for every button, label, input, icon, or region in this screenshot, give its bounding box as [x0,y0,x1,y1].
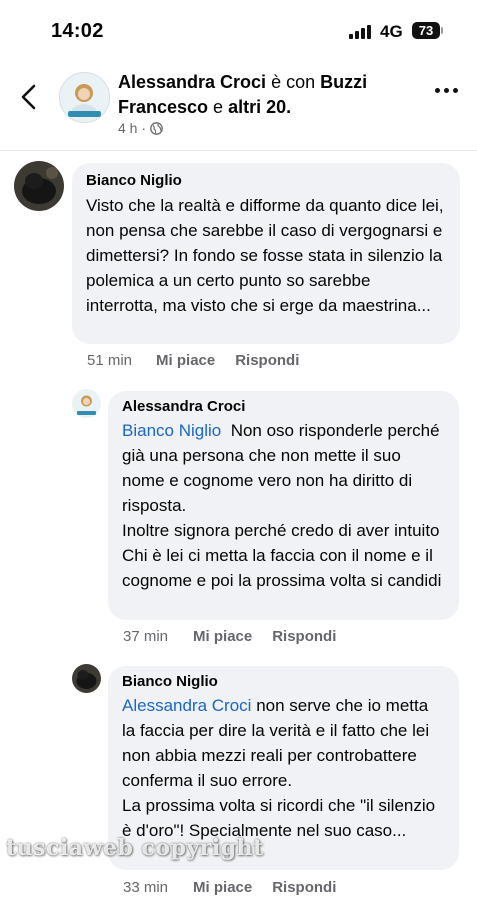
comment-avatar[interactable] [14,161,64,211]
post-age: 4 h · [118,120,147,136]
comment-author[interactable]: Bianco Niglio [86,172,446,189]
watermark: tusciaweb copyright [6,835,264,861]
reply-actions: 33 min Mi piace Rispondi [123,879,336,896]
like-button[interactable]: Mi piace [193,879,252,896]
cellular-signal-icon [349,25,373,39]
reply-body: Non oso risponderle perché già una perso… [122,421,442,590]
reply-bubble: Alessandra Croci Bianco Niglio Non oso r… [108,391,459,620]
reply-text: Alessandra Croci non serve che io metta … [122,693,445,843]
reply-avatar[interactable] [72,664,101,693]
tagged-others-link[interactable]: altri 20. [228,97,291,117]
comment-text: Visto che la realtà e difforme da quanto… [86,196,444,315]
like-button[interactable]: Mi piace [156,352,215,369]
mention-link[interactable]: Bianco Niglio [122,421,221,440]
comment-time: 37 min [123,628,169,645]
profile-photo [72,664,101,693]
like-button[interactable]: Mi piace [193,628,252,645]
reply-button[interactable]: Rispondi [272,879,336,896]
profile-photo [72,389,101,418]
status-time: 14:02 [51,20,104,42]
battery-icon: 73 [412,22,440,39]
comment-actions: 51 min Mi piace Rispondi [87,352,299,369]
reply-text: Bianco Niglio Non oso risponderle perché… [122,418,445,593]
header-and: e [208,97,229,117]
reply-avatar[interactable] [72,389,101,418]
profile-photo [60,73,109,122]
comment-bubble: Bianco Niglio Visto che la realtà e diff… [72,163,460,344]
reply-author[interactable]: Bianco Niglio [122,673,445,690]
post-author-avatar[interactable] [59,72,110,123]
reply-button[interactable]: Rispondi [272,628,336,645]
post-author-name[interactable]: Alessandra Croci [118,72,266,92]
post-meta: 4 h · [118,120,163,136]
reply-button[interactable]: Rispondi [235,352,299,369]
chevron-left-icon [21,84,36,110]
mention-link[interactable]: Alessandra Croci [122,696,251,715]
comment-time: 33 min [123,879,169,896]
globe-icon [150,121,163,135]
profile-photo [14,161,64,211]
comment-time: 51 min [87,352,133,369]
header-divider [0,150,477,151]
more-options-button[interactable] [432,86,462,96]
back-button[interactable] [18,84,42,110]
reply-body: non serve che io metta la faccia per dir… [122,696,436,840]
reply-author[interactable]: Alessandra Croci [122,398,445,415]
network-type: 4G [380,22,403,41]
header-connector: è con [266,72,321,92]
post-header-text: Alessandra Croci è con Buzzi Francesco e… [118,70,418,120]
reply-actions: 37 min Mi piace Rispondi [123,628,336,645]
battery-tip [441,27,443,34]
